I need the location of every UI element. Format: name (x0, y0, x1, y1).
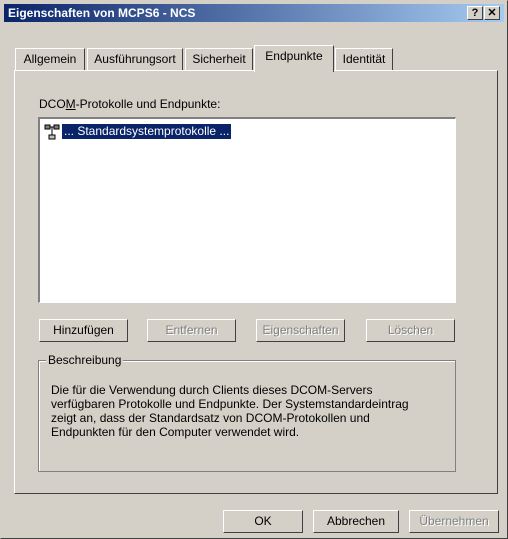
properties-dialog: Eigenschaften von MCPS6 - NCS ? ✕ Allgem… (0, 0, 508, 539)
description-line: Die für die Verwendung durch Clients die… (51, 383, 373, 397)
add-button[interactable]: Hinzufügen (39, 319, 128, 342)
list-item-label: ... Standardsystemprotokolle ... (62, 124, 232, 139)
delete-button[interactable]: Löschen (366, 319, 455, 342)
tab-endpunkte[interactable]: Endpunkte (254, 45, 334, 72)
tab-allgemein[interactable]: Allgemein (15, 48, 85, 70)
close-button[interactable]: ✕ (484, 6, 500, 20)
help-button[interactable]: ? (467, 6, 483, 20)
ok-button[interactable]: OK (223, 510, 303, 533)
cancel-button[interactable]: Abbrechen (313, 510, 399, 533)
remove-button[interactable]: Entfernen (147, 319, 236, 342)
title-bar[interactable]: Eigenschaften von MCPS6 - NCS ? ✕ (4, 4, 504, 22)
description-line: verfügbaren Protokolle und Endpunkte. De… (51, 397, 409, 411)
window-title: Eigenschaften von MCPS6 - NCS (8, 6, 196, 20)
description-title: Beschreibung (46, 353, 124, 367)
apply-button[interactable]: Übernehmen (409, 510, 499, 533)
description-line: zeigt an, dass der Standardsatz von DCOM… (51, 411, 370, 425)
endpoints-listbox[interactable]: ... Standardsystemprotokolle ... (38, 117, 456, 303)
properties-button[interactable]: Eigenschaften (256, 319, 345, 342)
description-line: Endpunkten für den Computer verwendet wi… (51, 425, 300, 439)
tab-ausfuehrungsort[interactable]: Ausführungsort (87, 48, 183, 70)
tab-sicherheit[interactable]: Sicherheit (185, 48, 253, 70)
endpoints-label: DCOM-Protokolle und Endpunkte: (39, 97, 221, 111)
tab-identitaet[interactable]: Identität (335, 48, 393, 70)
description-text: Die für die Verwendung durch Clients die… (51, 383, 431, 439)
connection-icon (44, 124, 60, 140)
